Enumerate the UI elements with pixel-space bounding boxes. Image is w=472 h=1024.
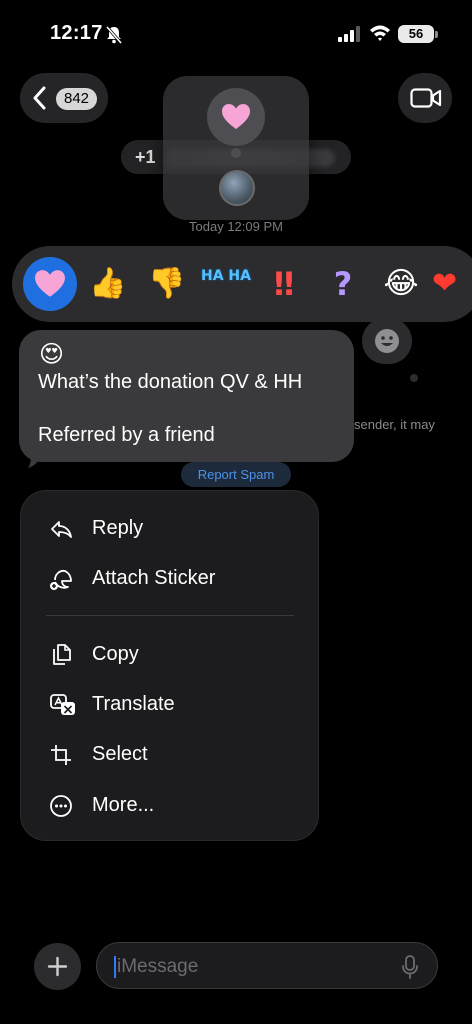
- wifi-icon: [370, 25, 390, 41]
- facetime-video-button[interactable]: [398, 73, 452, 123]
- message-input[interactable]: iMessage: [96, 942, 438, 989]
- message-context-menu: Reply Attach Sticker Copy Translate Sele…: [20, 490, 319, 841]
- message-bubble-tail: [26, 448, 44, 468]
- message-emoji: 😍: [39, 341, 65, 368]
- copy-icon: [53, 644, 71, 665]
- silent-bell-icon: [105, 26, 123, 44]
- unread-count-badge: 842: [56, 88, 98, 110]
- reaction-question-button[interactable]: ?: [316, 257, 370, 311]
- menu-item-label: Translate: [92, 693, 175, 715]
- message-placeholder: iMessage: [117, 956, 199, 977]
- message-bubble[interactable]: 😍 What’s the donation QV & HH Referred b…: [19, 330, 354, 462]
- message-text-line: What’s the donation QV & HH: [38, 371, 303, 393]
- crop-select-icon: [51, 745, 71, 765]
- spam-warning-text: sender, it may: [354, 417, 435, 432]
- microphone-icon[interactable]: [402, 955, 418, 979]
- apps-plus-button[interactable]: [34, 943, 81, 990]
- reaction-heart-button[interactable]: [23, 257, 77, 311]
- reaction-haha-button[interactable]: HA HA: [199, 257, 253, 311]
- menu-item-more[interactable]: More...: [21, 784, 320, 828]
- status-bar: 12:17 56: [0, 22, 472, 48]
- menu-item-label: Attach Sticker: [92, 567, 216, 589]
- menu-item-translate[interactable]: Translate: [21, 683, 320, 727]
- translate-icon: [50, 694, 75, 715]
- text-cursor: [114, 956, 116, 978]
- menu-item-select[interactable]: Select: [21, 733, 320, 777]
- reaction-thumbs-up-button[interactable]: 👍: [81, 257, 135, 311]
- cellular-signal-icon: [338, 26, 360, 42]
- menu-divider: [46, 615, 294, 616]
- reaction-red-heart-button[interactable]: ❤: [432, 257, 472, 311]
- plus-icon: [47, 956, 68, 977]
- smiley-face-icon: [375, 329, 399, 353]
- battery-indicator: 56: [398, 25, 434, 43]
- sticker-icon: [50, 569, 72, 590]
- menu-item-reply[interactable]: Reply: [21, 507, 320, 551]
- chevron-left-icon: [33, 86, 46, 110]
- reaction-preview-card: [163, 76, 309, 220]
- ellipsis-circle-icon: [50, 795, 72, 817]
- avatar: [219, 170, 255, 206]
- add-reaction-tail: [410, 374, 418, 382]
- menu-item-label: More...: [92, 794, 155, 816]
- battery-cap: [435, 31, 438, 38]
- reaction-laughing-button[interactable]: 😂: [374, 257, 428, 311]
- pink-heart-icon: [35, 270, 65, 297]
- reaction-thumbs-down-button[interactable]: 👎: [140, 257, 194, 311]
- reply-icon: [51, 521, 72, 538]
- menu-item-copy[interactable]: Copy: [21, 633, 320, 677]
- back-button[interactable]: 842: [20, 73, 108, 123]
- status-time: 12:17: [50, 22, 103, 44]
- menu-item-label: Reply: [92, 517, 144, 539]
- preview-bubble-tail: [231, 148, 241, 158]
- pink-heart-icon: [222, 104, 250, 129]
- menu-item-label: Copy: [92, 643, 139, 665]
- video-camera-icon: [410, 88, 442, 108]
- menu-item-label: Select: [92, 743, 148, 765]
- menu-item-attach-sticker[interactable]: Attach Sticker: [21, 557, 320, 601]
- message-timestamp: Today 12:09 PM: [189, 219, 283, 234]
- reaction-exclamation-button[interactable]: ‼: [257, 257, 311, 311]
- message-text-line: Referred by a friend: [38, 424, 215, 446]
- add-emoji-reaction-button[interactable]: [362, 318, 412, 364]
- report-spam-link[interactable]: Report Spam: [181, 462, 291, 487]
- preview-reaction-bubble: [207, 88, 265, 146]
- tapback-reaction-bar: 👍 👎 HA HA ‼ ? 😂 ❤: [12, 246, 472, 322]
- contact-name: +1: [135, 147, 156, 167]
